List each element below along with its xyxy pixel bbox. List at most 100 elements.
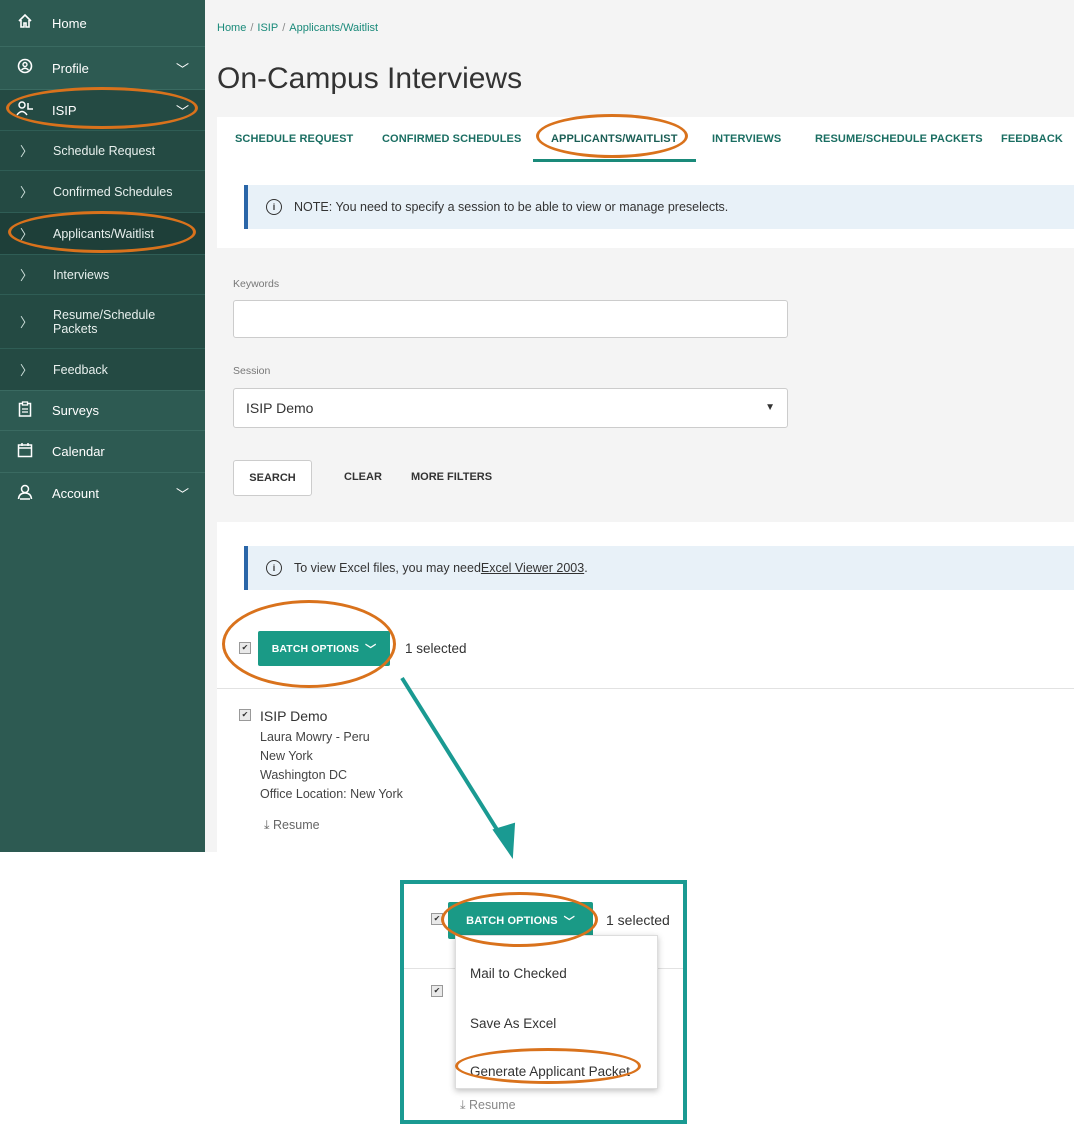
chevron-down-icon: ﹀ [365,643,377,656]
applicant-location: New York [260,749,313,763]
applicant-office: Office Location: New York [260,787,403,801]
profile-icon [16,58,34,78]
divider [217,688,1074,689]
chevron-right-icon: 〉 [20,185,34,200]
sidebar-item-label: Profile [52,60,89,76]
excel-note-prefix: To view Excel files, you may need [294,561,481,575]
info-icon: i [266,199,282,215]
sidebar-item-label: Confirmed Schedules [53,184,173,199]
main-content: Home / ISIP / Applicants/Waitlist On-Campus … [205,0,1074,852]
breadcrumb-separator: / [250,22,254,34]
select-all-checkbox[interactable]: ✔ [431,913,443,925]
sidebar-item-label: Account [52,486,99,501]
chevron-down-icon: ﹀ [175,61,189,77]
info-icon: i [266,560,282,576]
select-all-checkbox[interactable]: ✔ [239,642,251,654]
menu-item-generate-applicant-packet[interactable]: Generate Applicant Packet [470,1064,630,1079]
tab-confirmed-schedules[interactable]: CONFIRMED SCHEDULES [382,117,521,162]
menu-item-mail-to-checked[interactable]: Mail to Checked [470,966,567,981]
arrow-icon [400,676,516,859]
resume-label: Resume [469,1098,516,1112]
account-icon [16,484,34,504]
caret-down-icon: ▼ [765,402,775,413]
download-icon: ⤓ [460,1098,466,1112]
applicant-location: Washington DC [260,768,348,782]
sidebar-item-surveys[interactable]: Surveys [0,390,205,430]
download-icon: ⤓ [264,818,270,832]
calendar-icon [16,442,34,462]
batch-options-button[interactable]: BATCH OPTIONS ﹀ [448,902,593,939]
sidebar-item-account[interactable]: Account ﹀ [0,472,205,514]
batch-options-menu: Mail to Checked Save As Excel Generate A… [455,935,658,1089]
sidebar-item-confirmed-schedules[interactable]: 〉 Confirmed Schedules [0,170,205,212]
sidebar-item-calendar[interactable]: Calendar [0,430,205,472]
tab-bar: SCHEDULE REQUEST CONFIRMED SCHEDULES APP… [217,117,1074,163]
sidebar-item-label: Resume/Schedule Packets [53,307,156,336]
sidebar: Home Profile ﹀ ISIP ﹀ 〉 Schedule Request… [0,0,205,852]
chevron-down-icon: ﹀ [175,487,189,502]
chevron-right-icon: 〉 [20,227,34,242]
sidebar-item-label: ISIP [52,102,77,118]
clipboard-icon [16,400,34,421]
session-select[interactable]: ISIP Demo ▼ [233,388,788,428]
resume-label: Resume [273,818,320,832]
tab-schedule-request[interactable]: SCHEDULE REQUEST [235,117,353,162]
chevron-down-icon: ﹀ [175,103,189,119]
chevron-down-icon: ﹀ [563,915,575,928]
session-select-value: ISIP Demo [246,400,314,416]
sidebar-item-profile[interactable]: Profile ﹀ [0,47,205,89]
menu-item-save-as-excel[interactable]: Save As Excel [470,1016,556,1031]
selected-count: 1 selected [606,912,670,928]
search-button[interactable]: SEARCH [233,460,312,496]
sidebar-item-applicants-waitlist[interactable]: 〉 Applicants/Waitlist [0,212,205,254]
batch-options-label: BATCH OPTIONS [271,642,360,655]
batch-options-label: BATCH OPTIONS [466,914,558,927]
home-icon [16,13,34,33]
breadcrumb: Home / ISIP / Applicants/Waitlist [217,22,378,34]
chevron-right-icon: 〉 [20,268,34,283]
page-title: On-Campus Interviews [217,62,523,95]
more-filters-button[interactable]: MORE FILTERS [411,471,492,483]
sidebar-item-home[interactable]: Home [0,0,205,46]
sidebar-item-label: Surveys [52,403,99,418]
sidebar-item-resume-schedule-packets[interactable]: 〉 Resume/Schedule Packets [0,294,205,348]
sidebar-item-label: Calendar [52,444,105,459]
batch-options-button[interactable]: BATCH OPTIONS ﹀ [258,631,390,666]
session-label: Session [233,365,271,377]
applicant-session[interactable]: ISIP Demo [260,708,327,724]
sidebar-item-label: Home [52,15,87,31]
sidebar-item-label: Schedule Request [53,143,156,158]
resume-link[interactable]: ⤓ Resume [264,818,320,833]
zoom-inset: ✔ BATCH OPTIONS ﹀ 1 selected ✔ ⤓ Resume … [400,880,687,1124]
tab-feedback[interactable]: FEEDBACK [1001,117,1063,162]
sidebar-item-label: Feedback [53,362,108,377]
note-text: NOTE: You need to specify a session to b… [294,200,729,214]
tab-applicants-waitlist[interactable]: APPLICANTS/WAITLIST [533,117,696,162]
session-note: i NOTE: You need to specify a session to… [244,185,1074,229]
keywords-input[interactable] [233,300,788,338]
breadcrumb-current[interactable]: Applicants/Waitlist [289,22,378,34]
tab-interviews[interactable]: INTERVIEWS [712,117,781,162]
excel-viewer-link[interactable]: Excel Viewer 2003 [481,561,584,575]
selected-count: 1 selected [405,641,467,656]
breadcrumb-isip[interactable]: ISIP [257,22,278,34]
sidebar-item-label: Applicants/Waitlist [53,226,154,241]
breadcrumb-separator: / [282,22,286,34]
sidebar-item-feedback[interactable]: 〉 Feedback [0,348,205,390]
keywords-label: Keywords [233,278,280,290]
tab-resume-schedule-packets[interactable]: RESUME/SCHEDULE PACKETS [815,117,983,162]
sidebar-item-schedule-request[interactable]: 〉 Schedule Request [0,130,205,170]
chevron-right-icon: 〉 [20,315,34,330]
sidebar-item-isip[interactable]: ISIP ﹀ [0,90,205,130]
resume-link[interactable]: ⤓ Resume [460,1098,516,1113]
clear-button[interactable]: CLEAR [344,471,382,483]
sidebar-item-interviews[interactable]: 〉 Interviews [0,254,205,294]
applicant-checkbox[interactable]: ✔ [239,709,251,721]
applicant-name: Laura Mowry - Peru [260,730,370,744]
breadcrumb-home[interactable]: Home [217,22,246,34]
chevron-right-icon: 〉 [20,363,34,378]
excel-note-suffix: . [584,561,588,575]
applicant-checkbox[interactable]: ✔ [431,985,443,997]
isip-icon [16,100,34,120]
content-panel: i NOTE: You need to specify a session to… [217,162,1074,852]
